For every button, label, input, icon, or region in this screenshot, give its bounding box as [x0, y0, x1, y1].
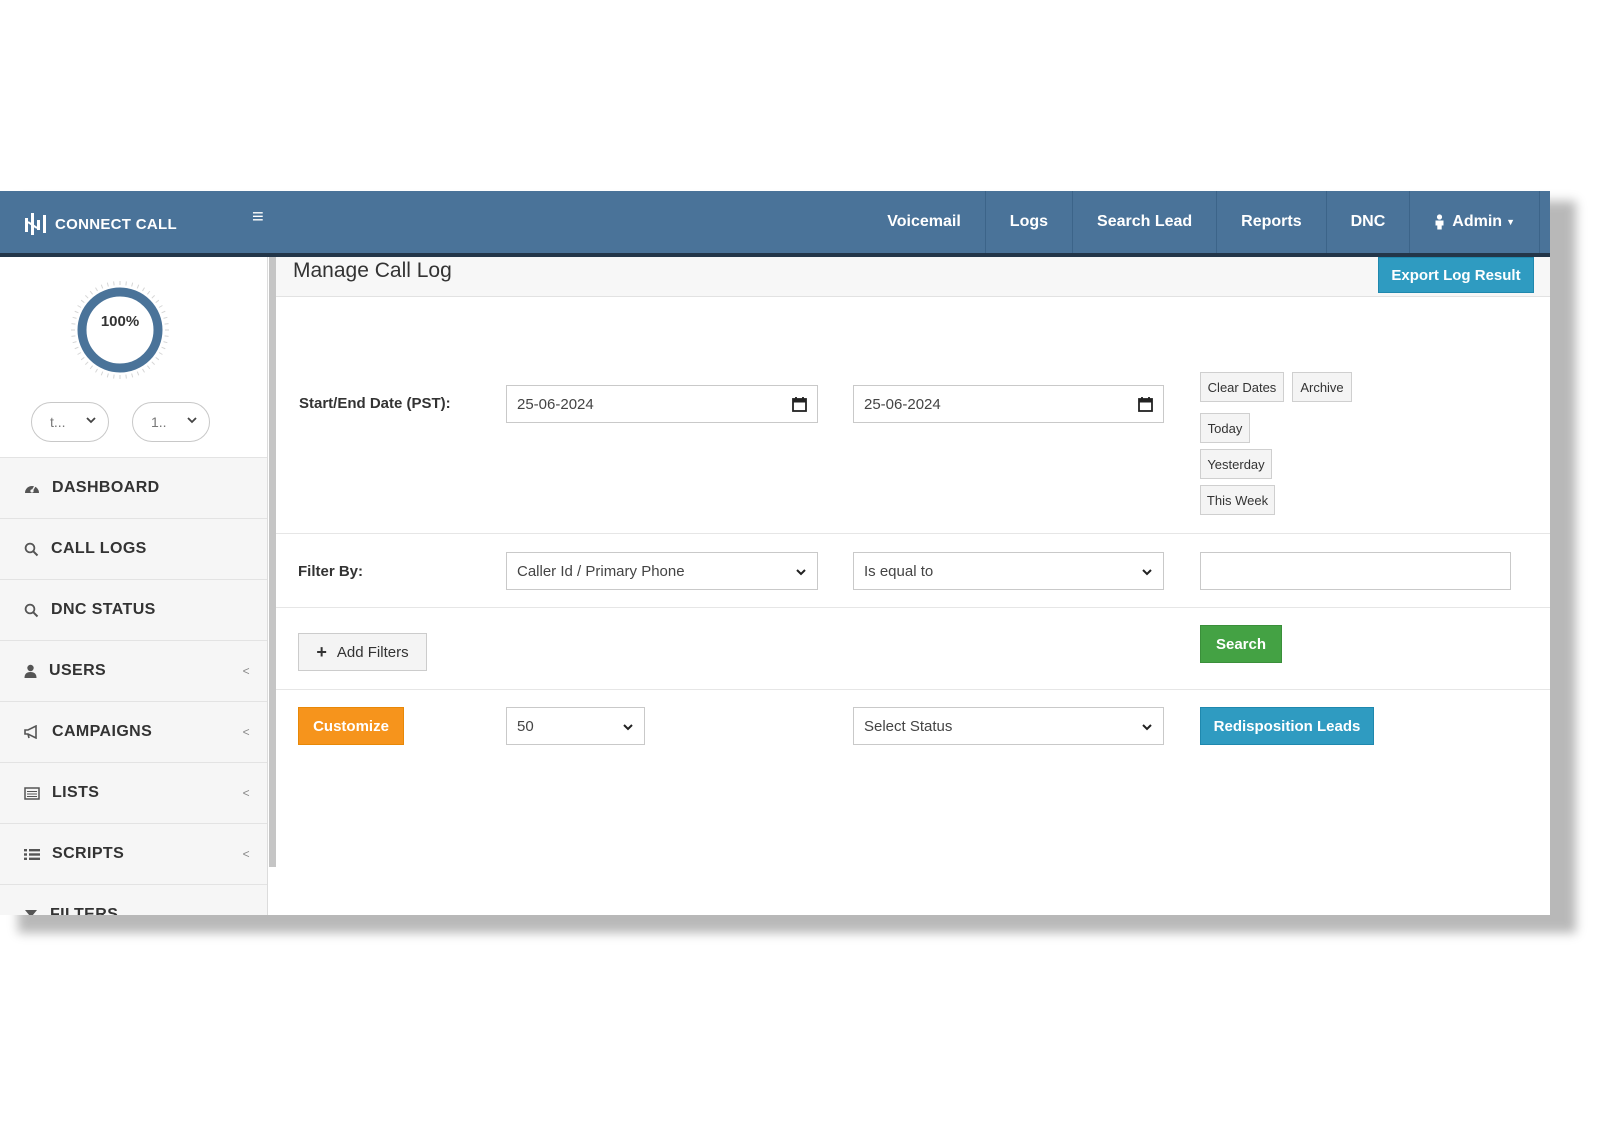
clear-dates-button[interactable]: Clear Dates: [1200, 372, 1284, 402]
add-filters-button[interactable]: + Add Filters: [298, 633, 427, 671]
filter-field-value: Caller Id / Primary Phone: [517, 562, 685, 580]
app-logo[interactable]: CONNECT CALL: [24, 209, 177, 239]
chevron-down-icon: [796, 569, 806, 576]
end-date-value: 25-06-2024: [864, 395, 941, 413]
sidebar-select-1[interactable]: t...: [31, 402, 109, 442]
sidebar-item-label: LISTS: [52, 784, 100, 801]
content-header: Manage Call Log Export Log Result: [276, 257, 1550, 297]
sidebar-select-2[interactable]: 1..: [132, 402, 210, 442]
sidebar-item-label: CALL LOGS: [51, 540, 147, 557]
filter-value-input[interactable]: [1200, 552, 1511, 590]
chevron-down-icon: [623, 724, 633, 731]
row-divider: [276, 689, 1550, 690]
search-icon: [24, 603, 39, 617]
filter-field-select[interactable]: Caller Id / Primary Phone: [506, 552, 818, 590]
main-content: Manage Call Log Export Log Result Start/…: [276, 257, 1550, 915]
date-range-label: Start/End Date (PST):: [299, 395, 451, 412]
nav-dnc[interactable]: DNC: [1327, 191, 1411, 253]
plus-icon: +: [316, 641, 327, 662]
row-divider: [276, 533, 1550, 534]
search-icon: [24, 542, 39, 556]
sidebar-item-lists[interactable]: LISTS <: [0, 762, 267, 823]
sidebar-item-label: DASHBOARD: [52, 479, 160, 496]
chevron-down-icon: [187, 417, 197, 424]
admin-menu[interactable]: Admin ▼: [1410, 191, 1540, 253]
nav-voicemail[interactable]: Voicemail: [881, 191, 986, 253]
progress-value: 100%: [100, 313, 140, 330]
page-title: Manage Call Log: [293, 259, 452, 282]
progress-gauge: [71, 281, 169, 379]
caret-down-icon: ▼: [1506, 217, 1515, 227]
chevron-left-icon: <: [242, 847, 250, 861]
sidebar-scrollbar[interactable]: [269, 257, 276, 867]
nav-menu: Voicemail Logs Search Lead Reports DNC A…: [881, 191, 1540, 253]
chevron-left-icon: <: [242, 786, 250, 800]
sidebar-select-1-value: t...: [50, 414, 66, 430]
sidebar-item-dashboard[interactable]: DASHBOARD: [0, 457, 267, 518]
filter-operator-select[interactable]: Is equal to: [853, 552, 1164, 590]
bullhorn-icon: [24, 725, 37, 739]
user-icon: [1435, 214, 1444, 230]
sidebar-item-label: DNC STATUS: [51, 601, 156, 618]
sidebar-item-campaigns[interactable]: CAMPAIGNS <: [0, 701, 267, 762]
today-button[interactable]: Today: [1200, 413, 1250, 443]
admin-label: Admin: [1452, 213, 1503, 230]
menu-toggle-icon[interactable]: ≡: [252, 206, 264, 229]
user-icon: [24, 664, 37, 678]
list-icon: [24, 848, 40, 860]
sidebar-item-dnc-status[interactable]: DNC STATUS: [0, 579, 267, 640]
sidebar-select-2-value: 1..: [151, 414, 167, 430]
yesterday-button[interactable]: Yesterday: [1200, 449, 1272, 479]
progress-panel: 100% t... 1..: [0, 257, 267, 457]
chevron-down-icon: [86, 417, 96, 424]
sidebar-item-label: FILTERS: [50, 906, 119, 915]
app-name: CONNECT CALL: [55, 215, 177, 233]
page-size-value: 50: [517, 717, 534, 735]
sidebar-item-scripts[interactable]: SCRIPTS <: [0, 823, 267, 884]
add-filters-label: Add Filters: [336, 643, 409, 661]
filter-operator-value: Is equal to: [864, 562, 934, 580]
status-select-value: Select Status: [864, 717, 953, 735]
nav-search-lead[interactable]: Search Lead: [1073, 191, 1218, 253]
search-button[interactable]: Search: [1200, 625, 1282, 663]
sidebar-menu: DASHBOARD CALL LOGS DNC STATUS USERS < C…: [0, 457, 267, 915]
nav-reports[interactable]: Reports: [1217, 191, 1327, 253]
page-size-select[interactable]: 50: [506, 707, 645, 745]
sidebar: 100% t... 1.. DASHBOARD CALL LOGS DNC ST…: [0, 257, 268, 915]
row-divider: [276, 607, 1550, 608]
logo-icon: [25, 213, 46, 235]
filter-icon: [25, 909, 37, 915]
chevron-down-icon: [1142, 569, 1152, 576]
export-log-result-button[interactable]: Export Log Result: [1378, 257, 1534, 293]
status-select[interactable]: Select Status: [853, 707, 1164, 745]
end-date-input[interactable]: 25-06-2024: [853, 385, 1164, 423]
start-date-value: 25-06-2024: [517, 395, 594, 413]
start-date-input[interactable]: 25-06-2024: [506, 385, 818, 423]
sidebar-item-label: SCRIPTS: [52, 845, 125, 862]
app-window: CONNECT CALL ≡ Voicemail Logs Search Lea…: [0, 191, 1550, 915]
archive-button[interactable]: Archive: [1292, 372, 1352, 402]
this-week-button[interactable]: This Week: [1200, 485, 1275, 515]
customize-button[interactable]: Customize: [298, 707, 404, 745]
chevron-left-icon: <: [242, 725, 250, 739]
top-navbar: CONNECT CALL ≡ Voicemail Logs Search Lea…: [0, 191, 1550, 257]
sidebar-item-filters[interactable]: FILTERS: [0, 884, 267, 915]
list-alt-icon: [24, 786, 40, 800]
calendar-icon[interactable]: [1138, 396, 1153, 412]
nav-logs[interactable]: Logs: [986, 191, 1074, 253]
chevron-down-icon: [1142, 724, 1152, 731]
sidebar-item-label: CAMPAIGNS: [52, 723, 153, 740]
sidebar-item-users[interactable]: USERS <: [0, 640, 267, 701]
sidebar-item-call-logs[interactable]: CALL LOGS: [0, 518, 267, 579]
redisposition-leads-button[interactable]: Redisposition Leads: [1200, 707, 1374, 745]
chevron-left-icon: <: [242, 664, 250, 678]
calendar-icon[interactable]: [792, 396, 807, 412]
sidebar-item-label: USERS: [49, 662, 107, 679]
filter-by-label: Filter By:: [298, 563, 364, 580]
dashboard-icon: [25, 485, 39, 493]
